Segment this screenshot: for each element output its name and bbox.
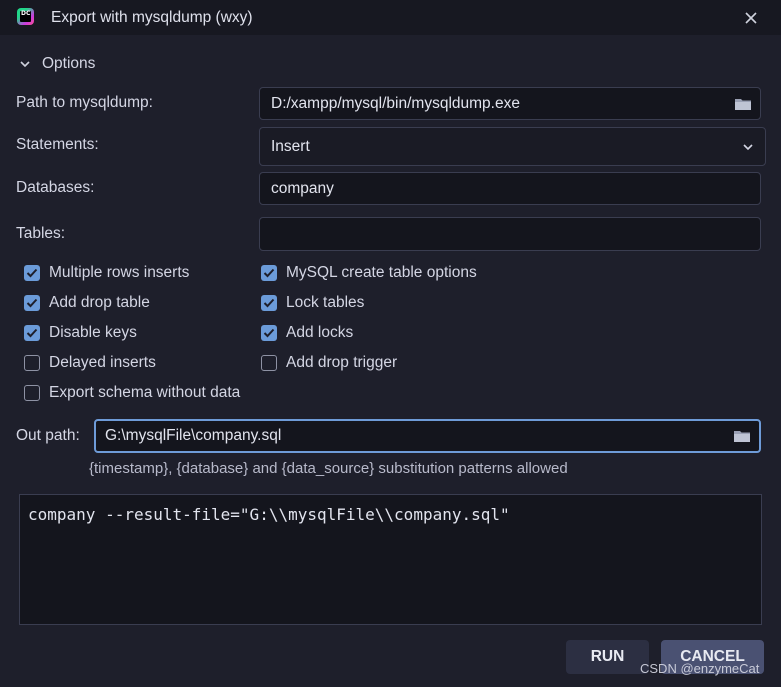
checkbox-add-locks[interactable]: Add locks [261, 324, 353, 342]
watermark: CSDN @enzymeCat [640, 661, 760, 676]
checkbox-box[interactable] [24, 265, 40, 281]
checkbox-box[interactable] [24, 295, 40, 311]
checkmark-icon [26, 298, 38, 308]
checkmark-icon [263, 328, 275, 338]
path-label: Path to mysqldump: [16, 94, 153, 111]
checkbox-add-drop-trigger[interactable]: Add drop trigger [261, 354, 397, 372]
checkbox-label: Delayed inserts [49, 354, 156, 371]
checkbox-lock-tables[interactable]: Lock tables [261, 294, 364, 312]
tables-input[interactable] [259, 217, 761, 251]
statements-label: Statements: [16, 136, 99, 153]
tables-label: Tables: [16, 225, 66, 242]
out-path-field[interactable]: G:\mysqlFile\company.sql [94, 419, 761, 453]
chevron-down-icon [743, 143, 753, 150]
statements-dropdown-button[interactable] [731, 128, 765, 165]
close-icon [745, 12, 757, 24]
checkmark-icon [263, 298, 275, 308]
out-path-label: Out path: [16, 427, 80, 444]
folder-icon [735, 98, 751, 110]
checkbox-box[interactable] [261, 355, 277, 371]
app-logo-text: DC [21, 10, 31, 17]
checkbox-add-drop-table[interactable]: Add drop table [24, 294, 150, 312]
command-preview[interactable]: company --result-file="G:\\mysqlFile\\co… [19, 494, 762, 625]
checkbox-label: Add drop table [49, 294, 150, 311]
options-section-toggle[interactable]: Options [19, 55, 95, 73]
checkbox-label: Multiple rows inserts [49, 264, 190, 281]
browse-path-button[interactable] [726, 88, 760, 119]
databases-input[interactable]: company [259, 172, 761, 205]
close-button[interactable] [741, 8, 761, 28]
checkmark-icon [263, 268, 275, 278]
checkbox-multiple-rows-inserts[interactable]: Multiple rows inserts [24, 264, 189, 282]
options-header: Options [42, 55, 96, 72]
checkbox-label: Add locks [286, 324, 354, 341]
checkbox-box[interactable] [24, 355, 40, 371]
app-logo-icon: DC [17, 8, 34, 25]
mysqldump-path-value: D:/xampp/mysql/bin/mysqldump.exe [271, 94, 520, 112]
databases-label: Databases: [16, 179, 95, 196]
mysqldump-path-field[interactable]: D:/xampp/mysql/bin/mysqldump.exe [259, 87, 761, 120]
run-button[interactable]: RUN [566, 640, 649, 674]
checkmark-icon [26, 268, 38, 278]
statements-select[interactable]: Insert [259, 127, 766, 166]
folder-icon [734, 431, 750, 442]
databases-value: company [271, 179, 334, 197]
checkbox-label: Disable keys [49, 324, 137, 341]
checkbox-export-schema-without-data[interactable]: Export schema without data [24, 384, 240, 402]
checkbox-box[interactable] [24, 325, 40, 341]
checkbox-box[interactable] [24, 385, 40, 401]
checkmark-icon [26, 328, 38, 338]
checkbox-label: Add drop trigger [286, 354, 398, 371]
title-bar: DC Export with mysqldump (wxy) [0, 0, 781, 35]
browse-out-path-button[interactable] [725, 421, 759, 451]
substitution-hint: {timestamp}, {database} and {data_source… [89, 460, 568, 477]
checkbox-label: MySQL create table options [286, 264, 477, 281]
out-path-value: G:\mysqlFile\company.sql [105, 427, 282, 444]
checkbox-mysql-create-table-options[interactable]: MySQL create table options [261, 264, 477, 282]
checkbox-delayed-inserts[interactable]: Delayed inserts [24, 354, 156, 372]
statements-value: Insert [271, 137, 310, 155]
checkbox-box[interactable] [261, 295, 277, 311]
checkbox-disable-keys[interactable]: Disable keys [24, 324, 137, 342]
checkbox-box[interactable] [261, 325, 277, 341]
chevron-down-icon [20, 61, 30, 68]
checkbox-box[interactable] [261, 265, 277, 281]
window-title: Export with mysqldump (wxy) [51, 9, 253, 26]
checkbox-label: Export schema without data [49, 384, 241, 401]
checkbox-label: Lock tables [286, 294, 365, 311]
